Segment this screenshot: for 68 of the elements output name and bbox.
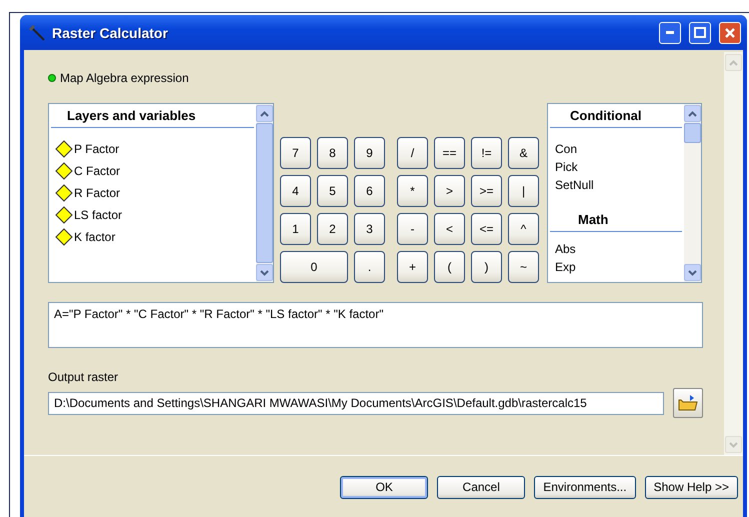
list-header: Layers and variables (51, 104, 254, 128)
layer-diamond-icon (55, 206, 73, 224)
folder-icon (678, 394, 698, 412)
layer-item[interactable]: C Factor (74, 164, 120, 178)
minimize-icon (666, 31, 674, 34)
close-icon (724, 26, 736, 38)
function-item[interactable]: Abs (548, 240, 684, 258)
layer-item[interactable]: K factor (74, 230, 116, 244)
function-item[interactable]: SetNull (548, 176, 684, 194)
operator-key[interactable]: ( (434, 251, 465, 283)
browse-button[interactable] (673, 388, 703, 418)
hammer-icon (28, 24, 46, 42)
scrollbar[interactable] (684, 104, 701, 282)
operator-key[interactable]: != (471, 137, 502, 169)
keypad-key[interactable]: 1 (280, 213, 311, 245)
operator-key[interactable]: >= (471, 175, 502, 207)
operator-key[interactable]: < (434, 213, 465, 245)
function-item[interactable]: Con (548, 140, 684, 158)
layer-item[interactable]: LS factor (74, 208, 122, 222)
keypad-key[interactable]: 9 (354, 137, 385, 169)
dialog-button[interactable]: OK (340, 476, 428, 498)
keypad-key[interactable]: 3 (354, 213, 385, 245)
operator-key[interactable]: <= (471, 213, 502, 245)
section-header: Math (550, 208, 682, 232)
output-raster-label: Output raster (48, 370, 118, 384)
keypad-key[interactable]: . (354, 251, 385, 283)
operator-key[interactable]: / (397, 137, 428, 169)
layer-diamond-icon (55, 162, 73, 180)
section-header: Conditional (550, 104, 682, 128)
function-item[interactable]: Exp (548, 258, 684, 276)
dialog-button[interactable]: Show Help >> (644, 476, 738, 498)
operator-key[interactable]: * (397, 175, 428, 207)
operator-key[interactable]: ) (471, 251, 502, 283)
dialog-button[interactable]: Environments... (534, 476, 636, 498)
layer-diamond-icon (55, 184, 73, 202)
keypad-key[interactable]: 8 (317, 137, 348, 169)
layer-diamond-icon (55, 140, 73, 158)
window-title: Raster Calculator (52, 24, 169, 40)
keypad-key[interactable]: 4 (280, 175, 311, 207)
operator-key[interactable]: == (434, 137, 465, 169)
layer-item[interactable]: P Factor (74, 142, 120, 156)
scrollbar-thumb[interactable] (256, 123, 273, 263)
close-button[interactable] (719, 22, 741, 44)
operator-key[interactable]: | (508, 175, 539, 207)
keypad-key[interactable]: 2 (317, 213, 348, 245)
operator-key[interactable]: ^ (508, 213, 539, 245)
status-dot (48, 74, 56, 82)
scrollbar-thumb[interactable] (684, 123, 701, 143)
layer-diamond-icon (55, 228, 73, 246)
layer-item[interactable]: R Factor (74, 186, 120, 200)
function-item[interactable]: Pick (548, 158, 684, 176)
keypad-key[interactable]: 5 (317, 175, 348, 207)
operator-key[interactable]: - (397, 213, 428, 245)
minimize-button[interactable] (659, 22, 681, 44)
operator-key[interactable]: & (508, 137, 539, 169)
expression-field[interactable]: A="P Factor" * "C Factor" * "R Factor" * "LS factor" * "K factor" (48, 302, 703, 348)
dialog-button[interactable]: Cancel (437, 476, 526, 498)
keypad-key[interactable]: 7 (280, 137, 311, 169)
operator-key[interactable]: + (397, 251, 428, 283)
keypad-key[interactable]: 6 (354, 175, 385, 207)
operator-key[interactable]: ~ (508, 251, 539, 283)
keypad-key[interactable]: 0 (280, 251, 348, 283)
expression-label: Map Algebra expression (60, 71, 189, 85)
maximize-button[interactable] (689, 22, 711, 44)
maximize-icon (694, 27, 706, 38)
output-raster-field[interactable]: D:\Documents and Settings\SHANGARI MWAWASI\My Documents\ArcGIS\Default.gdb\rastercalc15 (48, 392, 664, 414)
scrollbar[interactable] (256, 104, 273, 282)
operator-key[interactable]: > (434, 175, 465, 207)
